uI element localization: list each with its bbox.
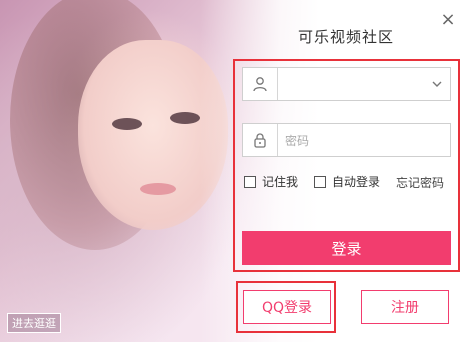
forgot-password-link[interactable]: 忘记密码: [396, 174, 444, 191]
close-button[interactable]: ×: [438, 10, 458, 30]
app-title: 可乐视频社区: [297, 28, 394, 46]
login-window: 可乐视频社区 × 记住我 自动登录 忘记密码 登录 QQ登录 注册 进去逛逛: [0, 0, 466, 342]
username-field[interactable]: [242, 67, 451, 101]
lock-icon: [243, 124, 278, 156]
remember-me-label: 记住我: [262, 175, 299, 189]
auto-login-checkbox[interactable]: 自动登录: [314, 173, 380, 190]
password-field[interactable]: [242, 123, 451, 157]
username-input[interactable]: [283, 74, 437, 96]
browse-button[interactable]: 进去逛逛: [7, 313, 61, 333]
user-icon: [243, 68, 278, 100]
qq-login-button[interactable]: QQ登录: [243, 290, 331, 324]
login-button[interactable]: 登录: [242, 231, 451, 265]
password-input[interactable]: [283, 130, 437, 152]
checkbox-box[interactable]: [314, 175, 326, 188]
auto-login-label: 自动登录: [332, 175, 381, 189]
remember-me-checkbox[interactable]: 记住我: [244, 173, 298, 190]
checkbox-box[interactable]: [244, 175, 256, 188]
register-button[interactable]: 注册: [361, 290, 449, 324]
chevron-down-icon[interactable]: [430, 76, 444, 90]
